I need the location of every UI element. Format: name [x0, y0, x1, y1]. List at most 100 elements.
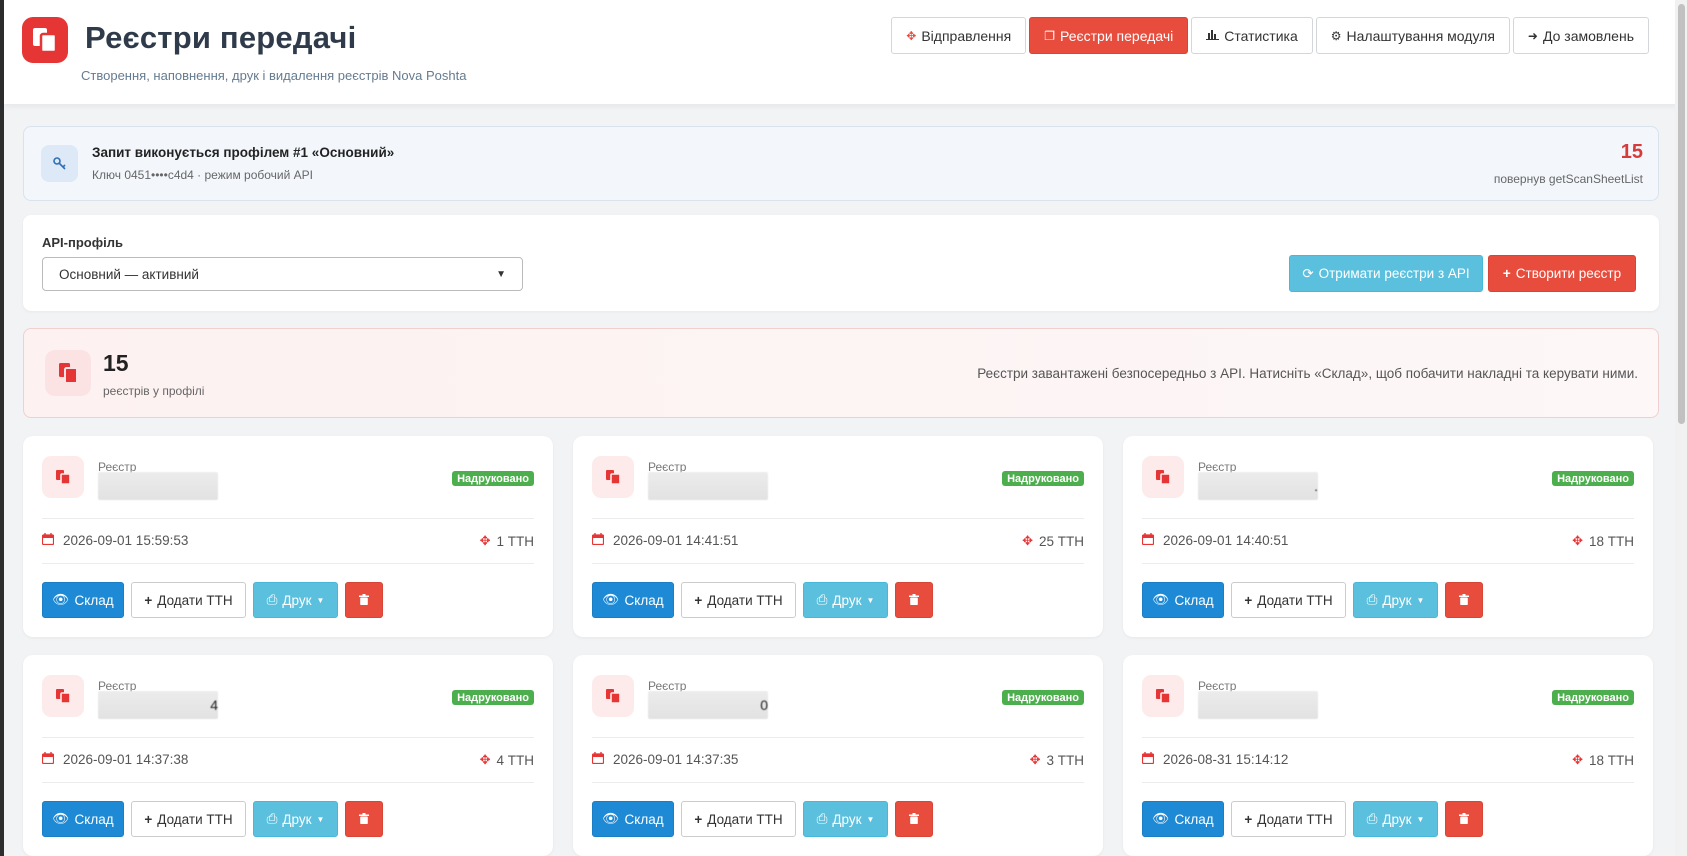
delete-button[interactable] [1445, 582, 1483, 618]
nav-orders-button[interactable]: ➜ До замовлень [1512, 17, 1649, 54]
sklad-button[interactable]: 👁 Склад [1142, 582, 1224, 618]
register-date: 2026-09-01 14:37:38 [41, 752, 188, 767]
register-card-5: Реєстр 0 Надруковано 2026-09-01 14:37:35… [573, 655, 1103, 856]
trash-icon [909, 593, 919, 608]
sklad-button[interactable]: 👁 Склад [592, 801, 674, 837]
eye-icon: 👁 [602, 592, 620, 607]
card-actions: 👁 Склад + Додати ТТН ⎙ Друк ▼ [592, 582, 933, 618]
eye-icon: 👁 [52, 811, 70, 826]
print-dropdown-button[interactable]: ⎙ Друк ▼ [803, 801, 888, 837]
delete-button[interactable] [1445, 801, 1483, 837]
printer-icon: ⎙ [266, 811, 278, 826]
delete-button[interactable] [345, 582, 383, 618]
register-number-redacted: . [1198, 472, 1318, 500]
card-actions: 👁 Склад + Додати ТТН ⎙ Друк ▼ [1142, 582, 1483, 618]
refresh-icon: ⟳ [1302, 265, 1314, 281]
move-arrows-icon: ✥ [1022, 533, 1033, 548]
card-actions: 👁 Склад + Додати ТТН ⎙ Друк ▼ [592, 801, 933, 837]
arrow-left-icon: ➜ [1527, 28, 1538, 43]
eye-icon: 👁 [602, 811, 620, 826]
nav-shipments-button[interactable]: ✥ Відправлення [891, 17, 1027, 54]
profile-info-panel: Запит виконується профілем #1 «Основний»… [23, 126, 1659, 201]
app-logo [22, 17, 68, 63]
scroll-thumb[interactable] [1678, 4, 1685, 424]
page-title: Реєстри передачі [85, 20, 357, 55]
create-register-button[interactable]: + Створити реєстр [1488, 255, 1636, 292]
calendar-icon [591, 533, 605, 548]
print-dropdown-button[interactable]: ⎙ Друк ▼ [253, 582, 338, 618]
divider [592, 518, 1084, 519]
sklad-button[interactable]: 👁 Склад [42, 801, 124, 837]
move-arrows-icon: ✥ [1572, 752, 1583, 767]
print-dropdown-button[interactable]: ⎙ Друк ▼ [1353, 582, 1438, 618]
register-number-tail: 0 [760, 697, 768, 713]
nav-registers-button[interactable]: ❐ Реєстри передачі [1029, 17, 1189, 54]
trash-icon [359, 593, 369, 608]
add-ttn-button[interactable]: + Додати ТТН [1231, 801, 1346, 837]
fetch-registers-button[interactable]: ⟳ Отримати реєстри з API [1289, 255, 1483, 292]
api-profile-select[interactable]: Основний — активний ▼ [42, 257, 523, 291]
nav-settings-button[interactable]: ⚙ Налаштування модуля [1315, 17, 1510, 54]
add-ttn-button[interactable]: + Додати ТТН [681, 801, 796, 837]
caret-down-icon: ▼ [866, 595, 875, 605]
delete-button[interactable] [895, 582, 933, 618]
ttn-count: ✥ 1 ТТН [479, 533, 534, 549]
copy-docs-icon [1142, 675, 1184, 717]
print-dropdown-button[interactable]: ⎙ Друк ▼ [803, 582, 888, 618]
copy-docs-icon [45, 350, 91, 396]
divider [1142, 563, 1634, 564]
copy-docs-icon: ❐ [1044, 28, 1055, 43]
register-number-tail: 4 [210, 697, 218, 713]
divider [592, 737, 1084, 738]
eye-icon: 👁 [1152, 592, 1170, 607]
plus-icon: + [694, 811, 703, 827]
divider [592, 563, 1084, 564]
summary-panel: 15 реєстрів у профілі Реєстри завантажен… [23, 328, 1659, 418]
page-header: Реєстри передачі Створення, наповнення, … [4, 0, 1679, 104]
print-dropdown-button[interactable]: ⎙ Друк ▼ [253, 801, 338, 837]
controls-panel: API-профіль Основний — активний ▼ ⟳ Отри… [23, 215, 1659, 311]
profile-title: Запит виконується профілем #1 «Основний» [92, 145, 395, 160]
register-date: 2026-08-31 15:14:12 [1141, 752, 1288, 767]
register-number-redacted [98, 472, 218, 500]
card-actions: 👁 Склад + Додати ТТН ⎙ Друк ▼ [42, 801, 383, 837]
plus-icon: + [144, 811, 153, 827]
move-arrows-icon: ✥ [479, 533, 491, 548]
summary-count-label: реєстрів у профілі [103, 384, 205, 398]
calendar-icon [1141, 533, 1155, 548]
delete-button[interactable] [345, 801, 383, 837]
profile-key-info: Ключ 0451••••c4d4 · режим робочий API [92, 168, 313, 182]
status-badge: Надруковано [1552, 690, 1634, 705]
divider [42, 518, 534, 519]
sklad-button[interactable]: 👁 Склад [1142, 801, 1224, 837]
print-dropdown-button[interactable]: ⎙ Друк ▼ [1353, 801, 1438, 837]
delete-button[interactable] [895, 801, 933, 837]
register-card-3: Реєстр . Надруковано 2026-09-01 14:40:51… [1123, 436, 1653, 637]
register-date: 2026-09-01 14:41:51 [591, 533, 738, 548]
add-ttn-button[interactable]: + Додати ТТН [681, 582, 796, 618]
status-badge: Надруковано [452, 690, 534, 705]
sklad-button[interactable]: 👁 Склад [42, 582, 124, 618]
add-ttn-button[interactable]: + Додати ТТН [131, 582, 246, 618]
api-returned-label: повернув getScanSheetList [1493, 172, 1643, 186]
plus-icon: + [1244, 811, 1253, 827]
copy-docs-icon [42, 675, 84, 717]
copy-docs-icon [33, 28, 58, 54]
move-arrows-icon: ✥ [1572, 533, 1583, 548]
add-ttn-button[interactable]: + Додати ТТН [1231, 582, 1346, 618]
card-actions: 👁 Склад + Додати ТТН ⎙ Друк ▼ [1142, 801, 1483, 837]
caret-down-icon: ▼ [316, 595, 325, 605]
add-ttn-button[interactable]: + Додати ТТН [131, 801, 246, 837]
caret-down-icon: ▼ [1416, 814, 1425, 824]
copy-docs-icon [42, 456, 84, 498]
nav-statistics-button[interactable]: Статистика [1191, 17, 1313, 54]
eye-icon: 👁 [52, 592, 70, 607]
card-actions: 👁 Склад + Додати ТТН ⎙ Друк ▼ [42, 582, 383, 618]
divider [1142, 518, 1634, 519]
scrollbar[interactable] [1675, 0, 1687, 856]
gear-icon: ⚙ [1330, 28, 1342, 43]
move-arrows-icon: ✥ [1029, 752, 1041, 767]
divider [42, 782, 534, 783]
sklad-button[interactable]: 👁 Склад [592, 582, 674, 618]
api-profile-label: API-профіль [42, 235, 123, 250]
